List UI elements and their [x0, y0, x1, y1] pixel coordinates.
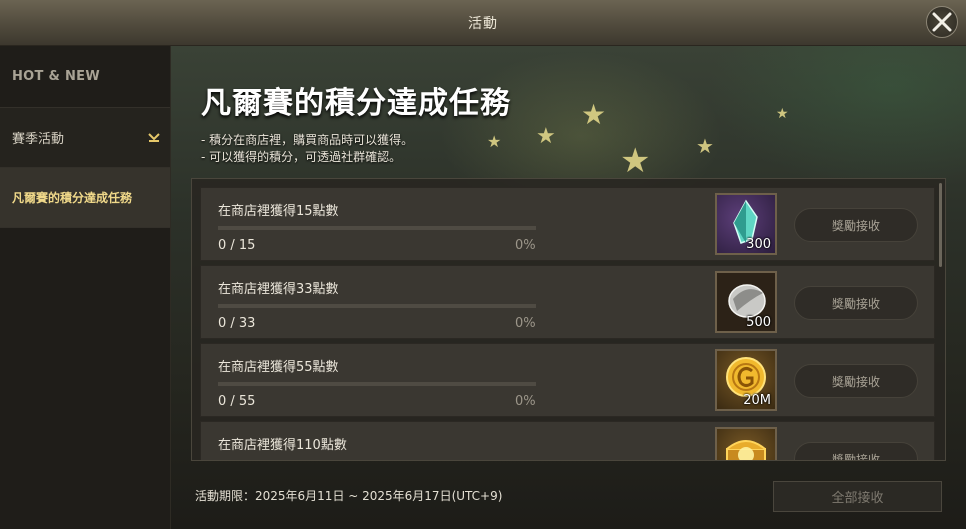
- progress-bar: [218, 226, 536, 230]
- reward-quantity: 300: [746, 237, 771, 252]
- task-row: 在商店裡獲得15點數 0 / 15 0% 300 獎勵接收: [200, 187, 935, 261]
- star-icon: ★: [776, 106, 789, 122]
- task-row: 在商店裡獲得33點數 0 / 33 0% 500 獎勵接收: [200, 265, 935, 339]
- close-icon: [932, 12, 952, 32]
- task-name: 在商店裡獲得15點數: [218, 204, 339, 219]
- progress-bar: [218, 382, 536, 386]
- treasure-chest-icon: [726, 440, 766, 460]
- close-button[interactable]: [926, 6, 958, 38]
- event-panel: ★ ★ ★ ★ ★ ★ 凡爾賽的積分達成任務 - 積分在商店裡，購買商品時可以獲…: [171, 46, 966, 529]
- reward-item[interactable]: 300: [715, 193, 777, 255]
- progress-count: 0 / 15: [218, 238, 256, 253]
- star-icon: ★: [620, 141, 651, 181]
- claim-reward-button[interactable]: 獎勵接收: [794, 208, 918, 242]
- star-icon: ★: [536, 124, 556, 149]
- progress-count: 0 / 55: [218, 394, 256, 409]
- task-row: 在商店裡獲得110點數 獎勵接收: [200, 421, 935, 461]
- task-list[interactable]: 在商店裡獲得15點數 0 / 15 0% 300 獎勵接收 在商店裡獲得33點數…: [191, 178, 946, 461]
- progress-percent: 0%: [515, 316, 536, 331]
- star-icon: ★: [487, 132, 502, 151]
- progress-bar: [218, 460, 536, 461]
- sidebar-item-label: 凡爾賽的積分達成任務: [12, 191, 133, 205]
- reward-item[interactable]: 500: [715, 271, 777, 333]
- progress-bar: [218, 304, 536, 308]
- reward-item[interactable]: [715, 427, 777, 460]
- title-bar: 活動: [0, 0, 966, 46]
- scrollbar[interactable]: [939, 183, 942, 267]
- claim-reward-button[interactable]: 獎勵接收: [794, 364, 918, 398]
- event-title: 凡爾賽的積分達成任務: [201, 86, 511, 121]
- description-line: - 積分在商店裡，購買商品時可以獲得。: [201, 133, 414, 147]
- claim-all-button[interactable]: 全部接收: [773, 481, 942, 512]
- claim-reward-button[interactable]: 獎勵接收: [794, 286, 918, 320]
- task-row: 在商店裡獲得55點數 0 / 55 0% 20M 獎勵接收: [200, 343, 935, 417]
- star-icon: ★: [696, 134, 714, 158]
- task-name: 在商店裡獲得33點數: [218, 282, 339, 297]
- task-name: 在商店裡獲得110點數: [218, 438, 347, 453]
- task-name: 在商店裡獲得55點數: [218, 360, 339, 375]
- sidebar-item-label: HOT & NEW: [12, 69, 100, 84]
- reward-item[interactable]: 20M: [715, 349, 777, 411]
- sidebar-item-versailles-mission[interactable]: 凡爾賽的積分達成任務: [0, 168, 170, 228]
- reward-quantity: 20M: [743, 393, 771, 408]
- progress-count: 0 / 33: [218, 316, 256, 331]
- sidebar-item-label: 賽季活動: [12, 132, 65, 147]
- sidebar-item-hot-new[interactable]: HOT & NEW: [0, 46, 170, 108]
- reward-quantity: 500: [746, 315, 771, 330]
- event-description: - 積分在商店裡，購買商品時可以獲得。 - 可以獲得的積分，可透過社群確認。: [201, 132, 413, 166]
- sidebar-item-season-events[interactable]: 賽季活動: [0, 108, 170, 168]
- progress-percent: 0%: [515, 394, 536, 409]
- star-icon: ★: [581, 98, 607, 131]
- event-period: 活動期限：2025年6月11日 ~ 2025年6月17日(UTC+9): [195, 489, 503, 503]
- progress-percent: 0%: [515, 238, 536, 253]
- claim-reward-button[interactable]: 獎勵接收: [794, 442, 918, 460]
- chevron-down-icon: [148, 133, 160, 142]
- description-line: - 可以獲得的積分，可透過社群確認。: [201, 150, 402, 164]
- sidebar: HOT & NEW 賽季活動 凡爾賽的積分達成任務: [0, 46, 171, 529]
- window-title: 活動: [468, 16, 498, 32]
